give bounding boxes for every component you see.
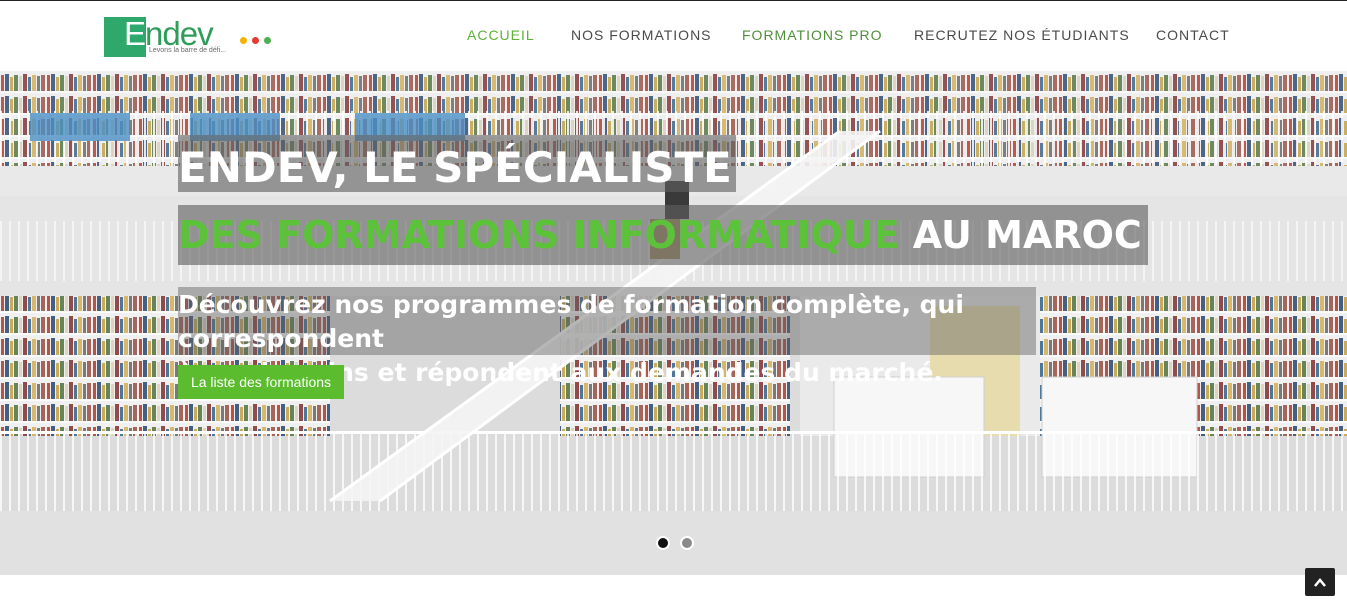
site-header: Endev Levons la barre de défi... ACCUEIL… [0, 1, 1347, 71]
formations-list-button[interactable]: La liste des formations [178, 365, 344, 399]
hero-subtitle: Découvrez nos programmes de formation co… [178, 287, 1036, 387]
logo-tagline: Levons la barre de défi... [149, 47, 227, 54]
logo-letter-e: E [124, 15, 146, 52]
logo[interactable]: Endev Levons la barre de défi... [104, 15, 276, 59]
slider-dot-2[interactable] [680, 536, 694, 550]
nav-item-nos-formations[interactable]: NOS FORMATIONS [571, 27, 712, 43]
hero-title-line2: DES FORMATIONS INFORMATIQUE AU MAROC [178, 205, 1148, 265]
nav-item-accueil[interactable]: ACCUEIL [467, 27, 535, 43]
hero-title-highlight: DES FORMATIONS INFORMATIQUE [178, 213, 900, 257]
nav-item-formations-pro[interactable]: FORMATIONS PRO [742, 27, 883, 43]
hero-title-line1: ENDEV, LE SPÉCIALISTE [178, 135, 736, 192]
slider-dot-1[interactable] [656, 536, 670, 550]
hero-slider: ENDEV, LE SPÉCIALISTE DES FORMATIONS INF… [0, 71, 1347, 575]
logo-dot-red [252, 37, 259, 44]
logo-dot-green [264, 37, 271, 44]
nav-item-contact[interactable]: CONTACT [1156, 27, 1230, 43]
hero-title-suffix: AU MAROC [899, 213, 1142, 257]
nav-item-recrutez[interactable]: RECRUTEZ NOS ÉTUDIANTS [914, 27, 1130, 43]
hero-subtitle-line1: Découvrez nos programmes de formation co… [178, 290, 964, 353]
logo-dot-yellow [240, 37, 247, 44]
scroll-to-top-button[interactable] [1305, 568, 1335, 596]
chevron-up-icon [1314, 578, 1326, 587]
slider-pagination [656, 536, 696, 552]
